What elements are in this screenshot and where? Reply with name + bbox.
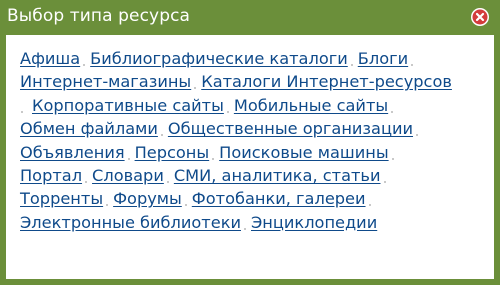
- separator: [209, 143, 219, 162]
- resource-link-forums[interactable]: Форумы: [113, 189, 182, 208]
- close-icon: [472, 9, 488, 25]
- resource-row: Корпоративные сайты Мобильные сайты: [20, 96, 490, 119]
- dialog-body: Афиша Библиографические каталоги Блоги Инт…: [6, 35, 494, 279]
- separator: [241, 213, 251, 232]
- separator: [348, 49, 358, 68]
- resource-row: Электронные библиотеки Энциклопедии: [20, 213, 490, 236]
- close-button[interactable]: [471, 8, 489, 26]
- resource-link-mobile-sites[interactable]: Мобильные сайты: [234, 96, 388, 115]
- separator: [103, 189, 113, 208]
- resource-row: Объявления Персоны Поисковые машины: [20, 143, 490, 166]
- resource-row: Интернет-магазины Каталоги Интернет-ресур…: [20, 72, 490, 95]
- resource-link-portal[interactable]: Портал: [20, 166, 82, 185]
- resource-link-media[interactable]: СМИ, аналитика, статьи: [174, 166, 381, 185]
- separator: [388, 96, 398, 115]
- resource-link-bibliographic-catalogs[interactable]: Библиографические каталоги: [90, 49, 348, 68]
- separator: [80, 49, 90, 68]
- resource-link-dictionaries[interactable]: Словари: [92, 166, 164, 185]
- resource-row: Портал Словари СМИ, аналитика, статьи: [20, 166, 490, 189]
- resource-link-file-sharing[interactable]: Обмен файлами: [20, 119, 158, 138]
- separator: [224, 96, 234, 115]
- resource-link-afisha[interactable]: Афиша: [20, 49, 80, 68]
- resource-row: Обмен файлами Общественные организации: [20, 119, 490, 142]
- resource-type-dialog: Выбор типа ресурса Афиша Библиографически…: [0, 0, 500, 285]
- resource-link-public-organizations[interactable]: Общественные организации: [168, 119, 413, 138]
- resource-link-photo-banks[interactable]: Фотобанки, галереи: [192, 189, 366, 208]
- separator: [389, 143, 399, 162]
- separator: [381, 166, 391, 185]
- resource-link-search-engines[interactable]: Поисковые машины: [219, 143, 388, 162]
- separator: [125, 143, 135, 162]
- resource-link-torrents[interactable]: Торренты: [20, 189, 103, 208]
- separator: [191, 72, 201, 91]
- dialog-title: Выбор типа ресурса: [7, 6, 191, 26]
- resource-link-persons[interactable]: Персоны: [135, 143, 210, 162]
- separator: [82, 166, 92, 185]
- separator: [164, 166, 174, 185]
- resource-type-list: Афиша Библиографические каталоги Блоги Инт…: [20, 49, 490, 236]
- separator: [366, 189, 376, 208]
- separator: [158, 119, 168, 138]
- resource-link-internet-catalogs[interactable]: Каталоги Интернет-ресурсов: [201, 72, 452, 91]
- resource-link-ads[interactable]: Объявления: [20, 143, 125, 162]
- resource-link-encyclopedias[interactable]: Энциклопедии: [251, 213, 377, 232]
- resource-row: Афиша Библиографические каталоги Блоги: [20, 49, 490, 72]
- resource-row: Торренты Форумы Фотобанки, галереи: [20, 189, 490, 212]
- separator: [20, 96, 32, 115]
- resource-link-e-libraries[interactable]: Электронные библиотеки: [20, 213, 241, 232]
- dialog-titlebar: Выбор типа ресурса: [0, 0, 500, 35]
- separator: [413, 119, 423, 138]
- resource-link-online-stores[interactable]: Интернет-магазины: [20, 72, 191, 91]
- separator: [182, 189, 192, 208]
- separator: [408, 49, 418, 68]
- resource-link-corporate-sites[interactable]: Корпоративные сайты: [32, 96, 224, 115]
- resource-link-blogs[interactable]: Блоги: [358, 49, 408, 68]
